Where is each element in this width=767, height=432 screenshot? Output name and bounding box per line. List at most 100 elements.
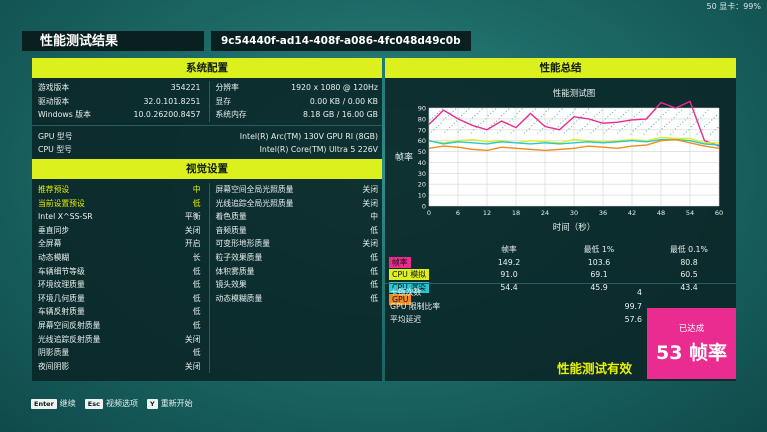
y-tick-label: 70 (418, 126, 426, 134)
frame-sample-point (621, 128, 623, 130)
frame-sample-point (655, 121, 657, 123)
x-tick-label: 6 (456, 209, 460, 217)
achieved-value: 53 帧率 (655, 342, 728, 364)
frame-sample-point (545, 110, 547, 112)
system-info-row: 分辨率 1920 x 1080 @ 120Hz (215, 83, 379, 92)
frame-sample-point (608, 128, 610, 130)
frame-sample-point (628, 121, 631, 123)
frame-sample-point (703, 125, 706, 128)
x-tick-label: 42 (628, 209, 636, 217)
visual-setting-row: 当前设置预设低 (38, 198, 201, 208)
frame-sample-point (485, 118, 487, 120)
frame-sample-point (448, 127, 451, 129)
stats-header-row: 帧率 最低 1% 最低 0.1% (501, 245, 708, 254)
stats-value: 91.0 (500, 270, 518, 279)
frame-sample-point (585, 111, 587, 113)
frame-sample-point (445, 117, 447, 119)
frame-sample-point (470, 132, 472, 134)
frame-sample-point (636, 113, 638, 116)
frame-sample-point (497, 132, 499, 134)
frame-sample-point (715, 115, 718, 117)
frame-sample-point (589, 120, 591, 122)
system-info-row: 显存 0.00 KB / 0.00 KB (215, 96, 379, 106)
frame-sample-point (574, 108, 576, 110)
visual-setting-row: 夜间阴影 关闭 (38, 361, 201, 371)
frame-sample-point (549, 120, 551, 122)
frame-sample-point (504, 124, 506, 127)
frame-sample-point (493, 122, 495, 124)
frame-sample-point (656, 133, 658, 135)
frame-sample-point (526, 130, 528, 132)
frame-sample-point (606, 130, 608, 132)
frame-sample-point (595, 128, 597, 130)
frame-sample-point (612, 111, 614, 113)
frame-sample-point (596, 113, 598, 116)
cpu-model-row: CPU 型号 Intel(R) Core(TM) Ultra 5 226V (38, 145, 378, 155)
frame-sample-point (480, 122, 482, 124)
frame-sample-point (464, 124, 466, 127)
frame-sample-point (657, 119, 660, 121)
visual-setting-row: 阴影质量低 (38, 348, 201, 358)
frame-sample-point (490, 112, 492, 115)
frame-sample-point (534, 108, 536, 110)
visual-settings-panel: 视觉设置 推荐预设中当前设置预设低 Intel X^SS-SR 平衡 垂直同步 关闭 全屏… (32, 159, 382, 381)
frame-sample-point (551, 118, 553, 120)
frame-sample-point (441, 108, 443, 110)
frame-sample-point (706, 123, 708, 125)
frame-sample-point (554, 116, 556, 118)
frame-sample-point (546, 122, 549, 124)
frame-sample-point (653, 123, 655, 125)
y-tick-label: 50 (418, 148, 426, 156)
frame-sample-point (552, 130, 555, 132)
frame-sample-point (717, 127, 719, 129)
frame-sample-point (508, 108, 510, 110)
frame-sample-point (590, 132, 592, 134)
system-info-row: 驱动版本 32.0.101.8251 (38, 96, 201, 106)
frame-sample-point (487, 115, 489, 117)
frame-sample-point (442, 119, 445, 121)
frame-sample-point (548, 108, 550, 110)
frame-sample-point (532, 110, 534, 112)
visual-setting-row: Intel X^SS-SR 平衡 (38, 212, 201, 222)
frame-sample-point (494, 108, 497, 110)
video-options-button[interactable]: Esc 视频选项 (84, 398, 138, 409)
frame-sample-point (435, 127, 437, 129)
visual-setting-row: 体积雾质量低 (215, 266, 379, 276)
x-tick-label: 48 (657, 209, 665, 217)
visual-setting-row: 动态模糊长 (38, 252, 201, 262)
restart-button[interactable]: Y 重新开始 (146, 398, 193, 409)
frame-sample-point (531, 124, 533, 127)
y-tick-label: 40 (418, 159, 426, 167)
frame-sample-point (499, 130, 501, 132)
x-tick-label: 60 (715, 209, 723, 217)
frame-sample-point (607, 116, 609, 118)
frame-sample-point (614, 109, 616, 111)
frame-sample-point (643, 133, 645, 135)
y-tick-label: 10 (418, 192, 426, 200)
frame-sample-point (633, 116, 636, 118)
frame-sample-point (610, 125, 613, 128)
visual-setting-row: 屏幕空间全局光照质量 关闭 (215, 185, 379, 194)
achieved-label: 已达成 (678, 324, 705, 334)
visual-setting-row: 屏幕空间反射质量低 (38, 320, 201, 330)
frame-sample-point (627, 109, 629, 111)
frame-sample-point (688, 129, 690, 131)
frame-sample-point (622, 113, 625, 116)
frame-sample-point (682, 121, 684, 123)
frame-sample-point (593, 116, 596, 118)
footer-hints: Enter 继续 Esc 视频选项 Y 重新开始 (31, 398, 202, 409)
frame-sample-point (561, 108, 563, 110)
frame-sample-point (584, 125, 586, 128)
frame-sample-point (503, 112, 505, 115)
frame-sample-point (572, 111, 574, 113)
x-tick-label: 54 (686, 209, 694, 217)
frame-sample-point (456, 120, 458, 122)
performance-summary-heading: 性能总结 (385, 58, 736, 78)
x-tick-label: 12 (483, 209, 491, 217)
visual-setting-row: 车辆反射质量低 (38, 307, 201, 317)
frame-sample-point (567, 116, 569, 118)
frame-sample-point (700, 117, 702, 119)
continue-button[interactable]: Enter 继续 (31, 398, 76, 409)
frame-sample-point (471, 117, 474, 119)
frame-sample-point (558, 110, 561, 112)
